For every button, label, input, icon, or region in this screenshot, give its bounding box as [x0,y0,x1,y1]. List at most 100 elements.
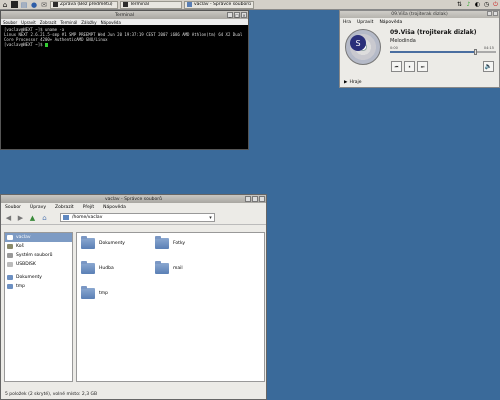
minimize-icon[interactable] [487,11,492,16]
volume-icon[interactable]: ◐ [474,1,481,8]
maximize-icon[interactable] [252,196,258,202]
menu-edit[interactable]: Úpravy [30,205,46,210]
sidebar-item-filesystem[interactable]: Systém souborů [5,251,72,260]
sidebar-item-home[interactable]: vaclav [5,233,72,242]
file-item-dokumenty[interactable]: Dokumenty [81,236,125,249]
menu-view[interactable]: Zobrazit [40,20,57,25]
file-item-label: Fotky [173,241,186,246]
volume-button[interactable]: 🔈 [483,61,494,72]
location-bar[interactable]: /home/vaclav ▾ [60,213,215,222]
terminal-icon[interactable] [11,1,18,8]
sidebar-item-tmp[interactable]: tmp [5,282,72,291]
file-item-fotky[interactable]: Fotky [155,236,186,249]
menu-edit[interactable]: Upravit [357,20,373,25]
menu-terminal[interactable]: Terminál [60,20,77,25]
close-icon[interactable] [259,196,265,202]
sidebar-item-label: vaclav [16,235,31,240]
browser-icon[interactable]: ● [30,1,38,9]
player-tray-icon[interactable]: ♪ [465,1,472,8]
file-view[interactable]: Dokumenty Fotky Hudba mail tmp [76,232,265,382]
player-title: 09.Viša (trojiterak dizlak) [391,12,448,17]
folder-icon [155,261,169,274]
location-path: /home/vaclav [72,215,103,220]
terminal-cursor [44,43,48,47]
minimize-icon[interactable] [245,196,251,202]
pause-icon: ⏸ [408,64,411,69]
task-message[interactable]: Zpráva (Bez předmětu) [50,0,118,9]
minimize-icon[interactable]: _ [227,12,233,18]
file-manager-icon[interactable]: ▤ [20,1,28,9]
sidebar-item-label: Koš [16,244,24,249]
back-button[interactable]: ◀ [4,213,13,222]
file-manager-statusbar: 5 položek (2 skryté), volné místo: 2,3 G… [5,392,98,397]
maximize-icon[interactable]: □ [234,12,240,18]
player-menubar: Hra Upravit Nápověda [340,18,499,26]
close-icon[interactable] [493,11,498,16]
file-item-label: Hudba [99,266,114,271]
power-icon[interactable]: ⏻ [492,1,499,8]
file-manager-title: vaclav - Správce souborů [105,196,162,202]
menu-help[interactable]: Nápověda [379,20,402,25]
close-icon[interactable]: × [241,12,247,18]
file-manager-window: vaclav - Správce souborů Soubor Úpravy Z… [0,194,267,400]
terminal-titlebar[interactable]: Terminal _ □ × [1,11,248,19]
taskbar: ⌂ ▤ ● ✉ Zpráva (Bez předmětu) Terminal v… [0,0,500,10]
sidebar-item-label: tmp [16,284,26,289]
mail-icon[interactable]: ✉ [40,1,48,9]
folder-icon [81,236,95,249]
clock-icon[interactable]: ◷ [483,1,490,8]
file-manager-titlebar[interactable]: vaclav - Správce souborů [1,195,266,203]
speaker-icon: 🔈 [484,63,493,70]
seek-knob[interactable] [473,49,477,55]
menu-bookmarks[interactable]: Záložky [81,20,96,25]
file-manager-toolbar: ◀ ▶ ▲ ⌂ /home/vaclav ▾ [1,211,266,225]
file-item-hudba[interactable]: Hudba [81,261,114,274]
sidebar-item-dokumenty[interactable]: Dokumenty [5,273,72,282]
up-button[interactable]: ▲ [28,213,37,222]
time-total: 04:15 [483,46,494,50]
sidebar-item-trash[interactable]: Koš [5,242,72,251]
menu-edit[interactable]: Upravit [21,20,36,25]
app-logo-icon: S [350,35,366,51]
menu-go[interactable]: Přejít [83,205,94,210]
next-button[interactable]: ⏭ [417,61,428,72]
previous-icon: ⏮ [394,64,399,69]
player-titlebar[interactable]: 09.Viša (trojiterak dizlak) [340,11,499,18]
menu-file[interactable]: Soubor [3,20,17,25]
play-pause-button[interactable]: ⏸ [404,61,415,72]
menu-play[interactable]: Hra [343,20,351,25]
menu-help[interactable]: Nápověda [101,20,121,25]
task-label: Terminal [130,2,150,7]
chevron-down-icon[interactable]: ▾ [207,214,214,221]
terminal-title: Terminal [114,12,135,18]
menu-view[interactable]: Zobrazit [55,205,74,210]
terminal-line: Linux NEXT 2.6.21.5-smp #1 SMP PREEMPT W… [4,32,243,42]
folder-icon [7,275,13,280]
previous-button[interactable]: ⏮ [391,61,402,72]
network-icon[interactable]: ⇅ [456,1,463,8]
file-item-mail[interactable]: mail [155,261,183,274]
file-item-label: Dokumenty [99,241,125,246]
file-item-tmp[interactable]: tmp [81,286,109,299]
seek-slider[interactable] [390,49,496,55]
arrow-up-icon: ▲ [29,213,36,222]
file-manager-menubar: Soubor Úpravy Zobrazit Přejít Nápověda [1,203,266,211]
home-button[interactable]: ⌂ [40,213,49,222]
task-file-manager[interactable]: vaclav - Správce souborů [184,0,254,9]
places-sidebar: vaclav Koš Systém souborů USBDISK Dokume… [4,232,73,382]
arrow-right-icon: ▶ [17,213,24,222]
home-icon[interactable]: ⌂ [1,1,9,9]
file-item-label: tmp [99,291,109,296]
task-terminal[interactable]: Terminal [120,0,182,9]
terminal-output[interactable]: [vaclav@NEXT ~]$ uname -a Linux NEXT 2.6.… [1,25,248,49]
terminal-window: Terminal _ □ × Soubor Upravit Zobrazit Ter… [0,10,249,150]
track-artist: Melodinda [390,38,416,44]
menu-file[interactable]: Soubor [5,205,21,210]
next-icon: ⏭ [420,64,425,69]
cd-cover-art: S [345,29,381,65]
sidebar-item-usbdisk[interactable]: USBDISK [5,260,72,269]
task-label: vaclav - Správce souborů [194,2,251,7]
forward-button[interactable]: ▶ [16,213,25,222]
menu-help[interactable]: Nápověda [103,205,126,210]
folder-icon [81,286,95,299]
